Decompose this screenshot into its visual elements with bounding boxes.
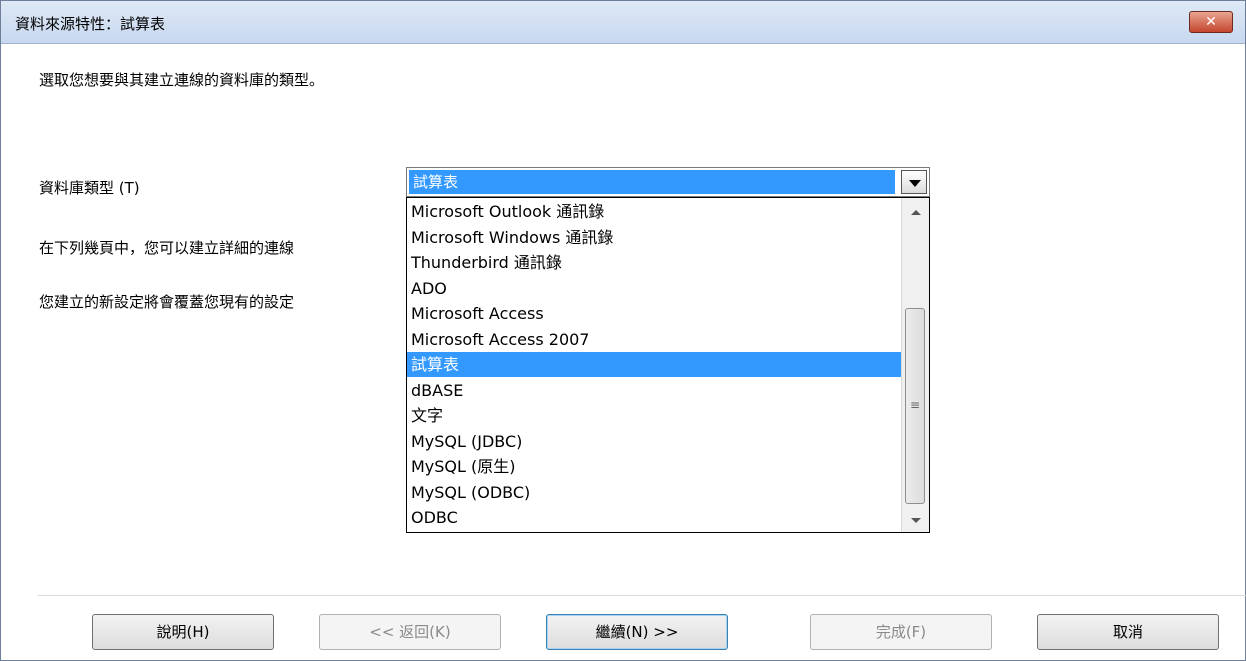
close-icon: ✕ — [1205, 14, 1217, 30]
db-type-option[interactable]: MySQL (JDBC) — [407, 429, 901, 454]
db-type-dropdown-list[interactable]: ≡ Microsoft Outlook 通訊錄 Microsoft Windows… — [406, 197, 930, 533]
cancel-button[interactable]: 取消 — [1037, 614, 1219, 650]
scroll-down-arrow-icon[interactable] — [911, 518, 921, 523]
db-type-label: 資料庫類型 (T) — [39, 179, 140, 197]
chevron-down-icon[interactable] — [901, 170, 927, 194]
db-type-option[interactable]: 試算表 — [407, 352, 901, 377]
close-button[interactable]: ✕ — [1189, 11, 1233, 33]
db-type-option[interactable]: Microsoft Windows 通訊錄 — [407, 225, 901, 250]
dialog-window: 資料來源特性：試算表 ✕ 選取您想要與其建立連線的資料庫的類型。 在下列幾頁中，… — [0, 0, 1246, 661]
help-button[interactable]: 說明(H) — [92, 614, 274, 650]
db-type-option[interactable]: ODBC — [407, 505, 901, 530]
title-bar: 資料來源特性：試算表 ✕ — [1, 1, 1245, 44]
db-type-option[interactable]: Microsoft Access 2007 — [407, 327, 901, 352]
dialog-title: 資料來源特性：試算表 — [15, 15, 166, 33]
db-type-selected-value: 試算表 — [409, 170, 895, 194]
db-type-combobox[interactable]: 試算表 — [406, 167, 930, 197]
db-type-option[interactable]: MySQL (ODBC) — [407, 480, 901, 505]
db-type-option[interactable]: ADO — [407, 276, 901, 301]
scrollbar-thumb[interactable]: ≡ — [905, 308, 925, 504]
button-separator — [38, 595, 1246, 596]
scroll-up-arrow-icon[interactable] — [911, 210, 921, 215]
instruction-text: 選取您想要與其建立連線的資料庫的類型。 — [39, 71, 325, 89]
dropdown-scrollbar[interactable]: ≡ — [901, 198, 929, 532]
db-type-option[interactable]: Microsoft Access — [407, 301, 901, 326]
finish-button[interactable]: 完成(F) — [810, 614, 992, 650]
back-button[interactable]: << 返回(K) — [319, 614, 501, 650]
info-text-pages: 在下列幾頁中，您可以建立詳細的連線 — [39, 239, 295, 257]
db-type-option[interactable]: MySQL (原生) — [407, 454, 901, 479]
grip-icon: ≡ — [910, 398, 921, 412]
next-button[interactable]: 繼續(N) >> — [546, 614, 728, 650]
db-type-option[interactable]: Thunderbird 通訊錄 — [407, 250, 901, 275]
info-text-overwrite: 您建立的新設定將會覆蓋您現有的設定 — [39, 293, 295, 311]
db-type-option[interactable]: Microsoft Outlook 通訊錄 — [407, 199, 901, 224]
db-type-option[interactable]: 文字 — [407, 403, 901, 428]
db-type-option[interactable]: dBASE — [407, 378, 901, 403]
